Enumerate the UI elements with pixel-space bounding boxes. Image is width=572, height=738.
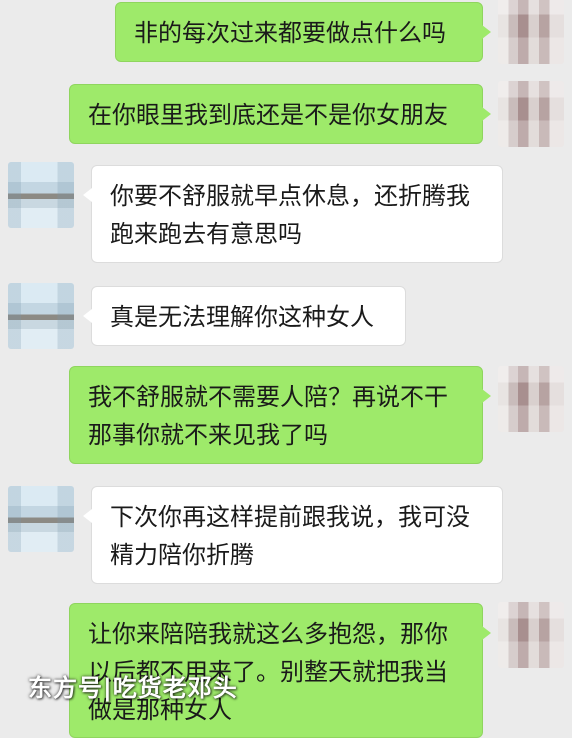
contact-avatar-self[interactable] xyxy=(498,366,564,432)
contact-avatar-self[interactable] xyxy=(498,0,564,64)
message-text-line: 跑来跑去有意思吗 xyxy=(110,220,302,248)
message-bubble-sent[interactable]: 在你眼里我到底还是不是你女朋友 xyxy=(69,84,491,144)
contact-avatar-other[interactable] xyxy=(8,486,74,552)
contact-avatar-other[interactable] xyxy=(8,283,74,349)
message-bubble-received[interactable]: 你要不舒服就早点休息，还折腾我 跑来跑去有意思吗 xyxy=(83,165,503,263)
message-text-line: 那事你就不来见我了吗 xyxy=(88,421,328,449)
message-bubble-received[interactable]: 下次你再这样提前跟我说，我可没 精力陪你折腾 xyxy=(83,486,503,584)
message-text-line: 下次你再这样提前跟我说，我可没 xyxy=(110,503,470,531)
contact-avatar-self[interactable] xyxy=(498,81,564,147)
message-text-line: 精力陪你折腾 xyxy=(110,541,254,569)
contact-avatar-other[interactable] xyxy=(8,162,74,228)
message-text-line: 在你眼里我到底还是不是你女朋友 xyxy=(88,101,448,129)
message-text-line: 让你来陪陪我就这么多抱怨，那你 xyxy=(88,620,448,648)
message-text-line: 真是无法理解你这种女人 xyxy=(110,303,374,331)
message-bubble-sent[interactable]: 非的每次过来都要做点什么吗 xyxy=(115,2,491,62)
contact-avatar-self[interactable] xyxy=(498,602,564,668)
message-bubble-sent[interactable]: 我不舒服就不需要人陪？再说不干 那事你就不来见我了吗 xyxy=(69,366,491,464)
message-text-line: 我不舒服就不需要人陪？再说不干 xyxy=(88,383,448,411)
message-bubble-received[interactable]: 真是无法理解你这种女人 xyxy=(83,286,406,346)
watermark-text: 东方号|吃货老邓头 xyxy=(28,674,238,702)
message-text-line: 你要不舒服就早点休息，还折腾我 xyxy=(110,182,470,210)
message-text-line: 非的每次过来都要做点什么吗 xyxy=(134,19,446,47)
